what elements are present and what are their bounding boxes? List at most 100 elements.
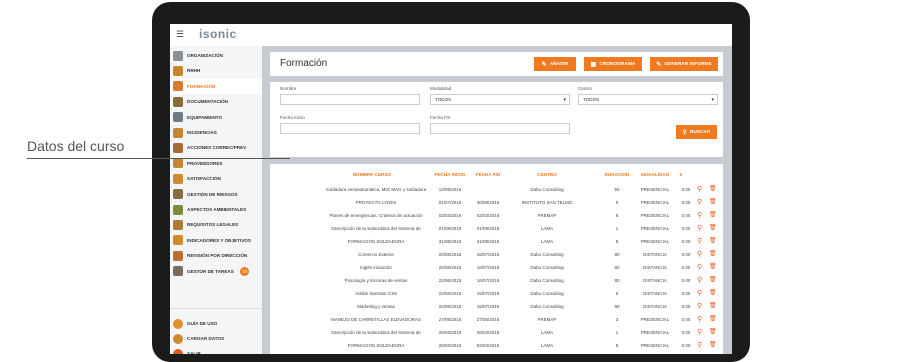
table-row[interactable]: FORMACIÓN SOLDADURA 31/08/2015 31/08/2015 L… [270, 236, 723, 249]
table-cell: 3 [615, 317, 619, 322]
table-row[interactable]: Inglés iniciación 22/06/2015 16/07/2015 Dab… [270, 262, 723, 275]
sidebar-item[interactable]: RRHH [170, 63, 262, 78]
search-icon[interactable]: ⚲ [697, 237, 702, 245]
column-header[interactable]: DURACION [600, 172, 634, 177]
trash-icon[interactable]: 🗑 [709, 198, 717, 205]
modalidad-select[interactable]: TODOS ▾ [430, 94, 570, 105]
table-row[interactable]: Comercio Exterior 22/06/2015 16/07/2015 Dab… [270, 249, 723, 262]
column-header[interactable]: € [674, 172, 688, 177]
trash-icon[interactable]: 🗑 [709, 302, 717, 309]
table-cell: 26/03/2015 [438, 343, 462, 348]
sidebar-item[interactable]: ACCIONES CORREC/PREV [170, 140, 262, 155]
sidebar-item[interactable]: REVISIÓN POR DIRECCIÓN [170, 248, 262, 263]
table-cell: 0 [615, 200, 619, 205]
sidebar-item[interactable]: EQUIPAMIENTO [170, 110, 262, 125]
page-header: Formación ✎ AÑADIR ▦ CRONOGRAMA ✎ GENERAR I… [270, 52, 723, 76]
sidebar-item[interactable]: REQUISITOS LEGALES [170, 217, 262, 232]
sidebar-item-label: RRHH [187, 68, 201, 74]
menu-toggle-icon[interactable]: ☰ [176, 29, 184, 40]
sidebar-item[interactable]: INDICADORES Y OBJETIVOS [170, 233, 262, 248]
module-icon [173, 65, 183, 76]
sidebar-item[interactable]: ORGANIZACIÓN [170, 48, 262, 63]
table-row[interactable]: Descripción de la sistemática del Sistem… [270, 223, 723, 236]
sidebar-item-label: REVISIÓN POR DIRECCIÓN [187, 253, 248, 259]
module-icon [173, 81, 183, 92]
column-header[interactable]: CENTRO [502, 172, 592, 177]
schedule-button[interactable]: ▦ CRONOGRAMA [584, 57, 642, 71]
sidebar-item-label: ASPECTOS AMBIENTALES [187, 207, 247, 212]
sidebar-bottom-item[interactable]: SALIR [170, 346, 262, 354]
trash-icon[interactable]: 🗑 [709, 237, 717, 244]
trash-icon[interactable]: 🗑 [709, 263, 717, 270]
sidebar: ORGANIZACIÓN RRHH FORMACIÓN DOCUMENTACIÓN EQ… [170, 46, 263, 354]
sidebar-item[interactable]: INCIDENCIAS [170, 125, 262, 140]
add-button[interactable]: ✎ AÑADIR [534, 57, 576, 71]
table-row[interactable]: Descripción de la sistemática del Sistem… [270, 327, 723, 340]
table-cell: 02/03/2016 [438, 213, 462, 218]
sidebar-item[interactable]: DOCUMENTACIÓN [170, 94, 262, 109]
table-cell: 50 [614, 187, 620, 192]
trash-icon[interactable]: 🗑 [709, 224, 717, 231]
table-cell: 0.00 [681, 291, 691, 296]
sidebar-bottom-item[interactable]: CARGAR DATOS [170, 331, 262, 346]
table-row[interactable]: Marketing y ventas 22/06/2015 16/07/2015 Da… [270, 301, 723, 314]
table-row[interactable]: Psicología y técnicas de ventas 22/06/201… [270, 275, 723, 288]
generate-report-button[interactable]: ✎ GENERAR INFORME [650, 57, 718, 71]
search-icon[interactable]: ⚲ [697, 250, 702, 258]
column-header[interactable]: MODALIDAD [634, 172, 676, 177]
trash-icon[interactable]: 🗑 [709, 185, 717, 192]
table-cell: PRESENCIAL [640, 200, 670, 205]
fecha-inicio-input[interactable] [280, 123, 420, 134]
table-cell: 02/03/2016 [476, 213, 500, 218]
table-row[interactable]: PROYECTO LYDES 01/07/2016 30/09/2016 INSTIT… [270, 197, 723, 210]
table-row[interactable]: Planes de emergencias. Criterios de actu… [270, 210, 723, 223]
search-icon[interactable]: ⚲ [697, 198, 702, 206]
centro-select[interactable]: TODOS ▾ [578, 94, 718, 105]
column-header[interactable]: FECHA FIN [470, 172, 506, 177]
column-header[interactable]: FECHA INICIO [430, 172, 470, 177]
trash-icon[interactable]: 🗑 [709, 250, 717, 257]
callout-line [27, 158, 290, 159]
search-icon[interactable]: ⚲ [697, 328, 702, 336]
search-icon[interactable]: ⚲ [697, 315, 702, 323]
sidebar-item[interactable]: GESTIÓN DE RIESGOS [170, 187, 262, 202]
sidebar-item[interactable]: FORMACIÓN [170, 78, 262, 94]
table-cell: FREMAP [537, 213, 557, 218]
table-cell: 01/09/2015 [476, 226, 500, 231]
trash-icon[interactable]: 🗑 [709, 341, 717, 348]
column-header[interactable]: NOMBRE CURSO [332, 172, 412, 177]
search-icon[interactable]: ⚲ [697, 224, 702, 232]
table-row[interactable]: MANEJO DE CARRETILLAS ELEVADORAS 27/05/20… [270, 314, 723, 327]
search-icon[interactable]: ⚲ [697, 341, 702, 349]
trash-icon[interactable]: 🗑 [709, 211, 717, 218]
search-icon[interactable]: ⚲ [697, 289, 702, 297]
table-cell: 01/09/2015 [438, 226, 462, 231]
sidebar-item[interactable]: GESTOR DE TAREAS 10 [170, 264, 262, 279]
table-row[interactable]: FORMACIÓN SOLDADURA 26/03/2015 02/04/2015 L… [270, 340, 723, 353]
trash-icon[interactable]: 🗑 [709, 328, 717, 335]
app-logo: isonic [199, 27, 237, 41]
callout-label: Datos del curso [27, 138, 125, 154]
sidebar-item[interactable]: ASPECTOS AMBIENTALES [170, 202, 262, 217]
table-cell: 6 [615, 213, 619, 218]
table-cell: PRESENCIAL [640, 226, 670, 231]
table-cell: PRESENCIAL [640, 239, 670, 244]
table-cell: 8 [615, 239, 619, 244]
search-icon[interactable]: ⚲ [697, 185, 702, 193]
sidebar-bottom-item[interactable]: GUÍA DE USO [170, 316, 262, 331]
search-icon[interactable]: ⚲ [697, 302, 702, 310]
sidebar-item[interactable]: SATISFACCIÓN [170, 171, 262, 186]
search-button[interactable]: ⚲ BUSCAR [676, 125, 717, 139]
nombre-input[interactable] [280, 94, 420, 105]
search-icon[interactable]: ⚲ [697, 276, 702, 284]
table-row[interactable]: Soldadura semiautomática, MIG MAG y sold… [270, 184, 723, 197]
trash-icon[interactable]: 🗑 [709, 315, 717, 322]
trash-icon[interactable]: 🗑 [709, 276, 717, 283]
chevron-down-icon: ▾ [563, 97, 566, 103]
search-icon[interactable]: ⚲ [697, 211, 702, 219]
table-row[interactable]: Adobe Ilustrator CS6 22/06/2015 16/07/2015… [270, 288, 723, 301]
fecha-fin-input[interactable] [430, 123, 570, 134]
table-cell: DISTANCIA [643, 265, 667, 270]
search-icon[interactable]: ⚲ [697, 263, 702, 271]
trash-icon[interactable]: 🗑 [709, 289, 717, 296]
